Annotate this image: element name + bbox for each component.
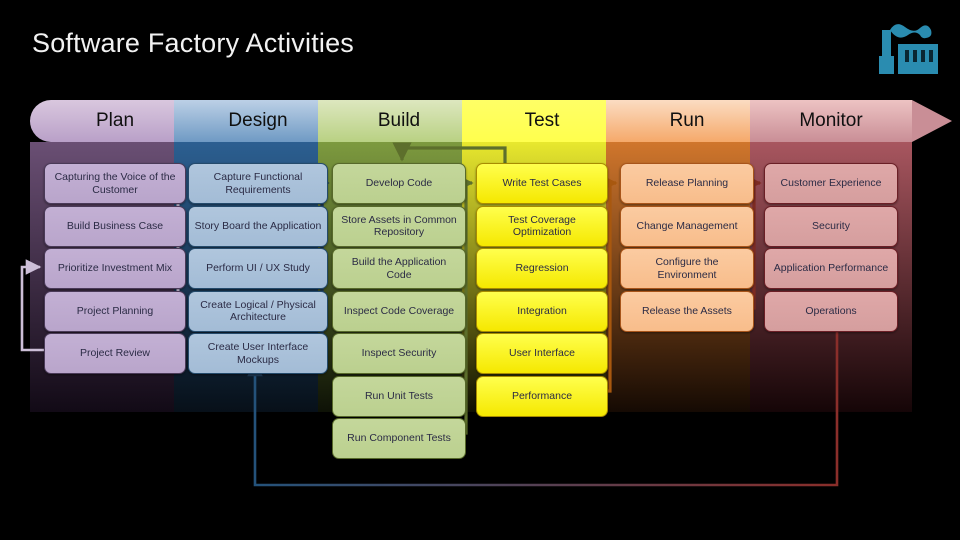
- activity-box-label: Story Board the Application: [194, 219, 322, 232]
- activity-box-label: Performance: [511, 389, 573, 402]
- activity-box-run-4[interactable]: Release the Assets: [620, 290, 754, 332]
- activity-box-design-4[interactable]: Create Logical / Physical Architecture: [188, 290, 328, 332]
- activity-box-test-1[interactable]: Write Test Cases: [476, 163, 608, 204]
- activity-box-plan-2[interactable]: Build Business Case: [44, 205, 186, 247]
- activity-box-run-2[interactable]: Change Management: [620, 205, 754, 247]
- activity-box-label: Regression: [515, 262, 569, 275]
- activity-box-label: Store Assets in Common Repository: [341, 213, 457, 238]
- activity-box-build-6[interactable]: Run Unit Tests: [332, 375, 466, 417]
- activity-box-label: User Interface: [509, 347, 575, 360]
- activity-box-build-1[interactable]: Develop Code: [332, 163, 466, 204]
- activity-box-label: Release the Assets: [642, 304, 732, 317]
- activity-box-plan-5[interactable]: Project Review: [44, 333, 186, 374]
- activity-box-plan-3[interactable]: Prioritize Investment Mix: [44, 248, 186, 289]
- activity-box-label: Application Performance: [773, 262, 889, 275]
- activity-box-test-6[interactable]: Performance: [476, 375, 608, 417]
- activity-box-design-2[interactable]: Story Board the Application: [188, 205, 328, 247]
- activity-box-label: Configure the Environment: [655, 256, 719, 281]
- activity-box-label: Create User Interface Mockups: [207, 341, 309, 366]
- activity-box-test-3[interactable]: Regression: [476, 248, 608, 289]
- activity-box-monitor-1[interactable]: Customer Experience: [764, 163, 898, 204]
- activity-box-test-2[interactable]: Test Coverage Optimization: [476, 205, 608, 247]
- activity-box-label: Project Planning: [76, 304, 154, 317]
- activity-box-label: Inspect Code Coverage: [343, 304, 455, 317]
- activity-box-build-7[interactable]: Run Component Tests: [332, 418, 466, 459]
- activity-box-run-1[interactable]: Release Planning: [620, 163, 754, 204]
- activity-box-test-5[interactable]: User Interface: [476, 333, 608, 374]
- activity-box-label: Inspect Security: [361, 347, 437, 360]
- activity-box-label: Operations: [805, 304, 857, 317]
- activity-box-label: Release Planning: [645, 177, 729, 190]
- activity-box-label: Integration: [517, 304, 567, 317]
- activity-box-test-4[interactable]: Integration: [476, 290, 608, 332]
- activity-box-plan-1[interactable]: Capturing the Voice of the Customer: [44, 163, 186, 204]
- activity-box-label: Develop Code: [365, 177, 433, 190]
- activity-box-label: Create Logical / Physical Architecture: [200, 298, 316, 323]
- activity-box-label: Project Review: [79, 347, 151, 360]
- activity-box-label: Capture Functional Requirements: [213, 171, 303, 196]
- activity-box-build-4[interactable]: Inspect Code Coverage: [332, 290, 466, 332]
- activity-box-label: Change Management: [636, 219, 738, 232]
- activity-box-design-5[interactable]: Create User Interface Mockups: [188, 333, 328, 374]
- activity-box-label: Test Coverage Optimization: [508, 213, 576, 238]
- activity-box-label: Capturing the Voice of the Customer: [54, 171, 176, 196]
- activity-box-label: Build the Application Code: [351, 256, 447, 281]
- activity-box-label: Build Business Case: [66, 219, 164, 232]
- activity-box-monitor-4[interactable]: Operations: [764, 290, 898, 332]
- activity-box-monitor-3[interactable]: Application Performance: [764, 248, 898, 289]
- activity-box-label: Write Test Cases: [502, 177, 582, 190]
- activity-box-plan-4[interactable]: Project Planning: [44, 290, 186, 332]
- activity-box-label: Run Component Tests: [347, 432, 451, 445]
- activity-box-build-5[interactable]: Inspect Security: [332, 333, 466, 374]
- wire-plan-review-loop: [20, 259, 44, 352]
- activity-box-monitor-2[interactable]: Security: [764, 205, 898, 247]
- activity-box-design-1[interactable]: Capture Functional Requirements: [188, 163, 328, 204]
- activity-box-label: Security: [812, 219, 850, 232]
- activity-box-build-2[interactable]: Store Assets in Common Repository: [332, 205, 466, 247]
- activity-box-design-3[interactable]: Perform UI / UX Study: [188, 248, 328, 289]
- slide-canvas: Software Factory Activities Plan Design Bu…: [0, 0, 960, 540]
- activity-box-label: Run Unit Tests: [364, 389, 434, 402]
- activity-box-label: Perform UI / UX Study: [206, 262, 310, 275]
- activity-box-run-3[interactable]: Configure the Environment: [620, 248, 754, 289]
- activity-box-label: Customer Experience: [780, 177, 882, 190]
- activity-box-build-3[interactable]: Build the Application Code: [332, 248, 466, 289]
- activity-box-label: Prioritize Investment Mix: [57, 262, 173, 275]
